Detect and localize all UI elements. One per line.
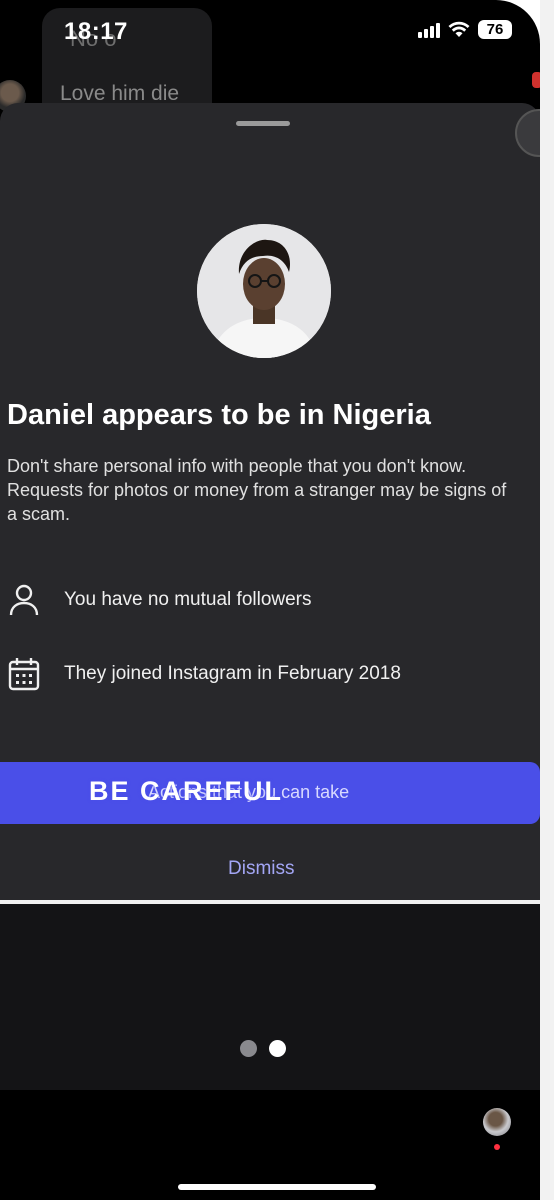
profile-tab-avatar[interactable] xyxy=(483,1108,511,1136)
info-text-joined: They joined Instagram in February 2018 xyxy=(64,663,401,684)
pager-dot[interactable] xyxy=(240,1040,257,1057)
actions-button[interactable]: Actions that you can take BE CAREFUL xyxy=(0,762,540,824)
phone-screen: No o Love him die 18:17 76 Daniel appear… xyxy=(0,0,540,1200)
info-row-mutuals: You have no mutual followers xyxy=(8,583,312,617)
person-icon xyxy=(9,584,39,616)
pager-dot-active[interactable] xyxy=(269,1040,286,1057)
drag-handle[interactable] xyxy=(236,121,290,126)
overlay-caption: BE CAREFUL xyxy=(89,776,283,806)
battery-icon: 76 xyxy=(478,20,512,39)
profile-photo xyxy=(197,224,331,358)
home-indicator[interactable] xyxy=(178,1184,376,1190)
background-area xyxy=(0,904,540,1090)
info-row-joined: They joined Instagram in February 2018 xyxy=(8,657,401,691)
notification-dot xyxy=(494,1144,500,1150)
screen-edge xyxy=(540,0,554,1200)
signal-icon xyxy=(418,22,440,38)
wifi-icon xyxy=(448,21,470,37)
sheet-headline: Daniel appears to be in Nigeria xyxy=(7,399,431,431)
peek-avatar xyxy=(515,109,540,157)
notification-dot xyxy=(532,72,540,88)
status-icons: 76 xyxy=(418,20,512,39)
info-text-mutuals: You have no mutual followers xyxy=(64,589,312,610)
safety-notice-sheet: Daniel appears to be in Nigeria Don't sh… xyxy=(0,103,540,900)
calendar-icon xyxy=(8,658,40,691)
dismiss-button[interactable]: Dismiss xyxy=(228,858,295,880)
sheet-body: Don't share personal info with people th… xyxy=(7,456,507,524)
profile-photo-illustration xyxy=(197,224,331,358)
status-time: 18:17 xyxy=(64,18,128,45)
